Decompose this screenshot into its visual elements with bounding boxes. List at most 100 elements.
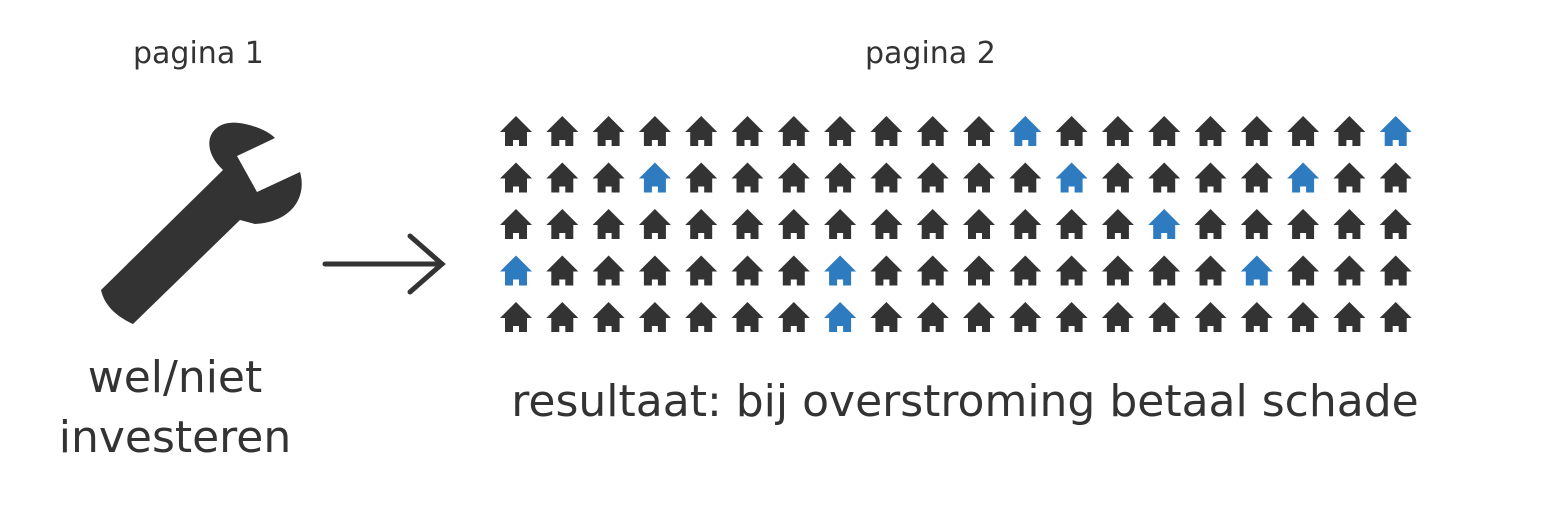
house-icon xyxy=(824,162,857,193)
wrench-icon xyxy=(101,122,302,324)
house-icon xyxy=(731,116,764,146)
house-icon xyxy=(1240,162,1273,193)
house-icon xyxy=(1194,209,1227,239)
house-icon xyxy=(870,162,903,193)
house-icon xyxy=(1009,302,1042,332)
house-icon-highlighted xyxy=(824,302,857,332)
house-icon xyxy=(1148,302,1181,332)
house-icon xyxy=(1148,255,1181,286)
house-icon xyxy=(1240,209,1273,239)
house-icon xyxy=(1333,162,1366,193)
house-icon xyxy=(546,209,579,239)
house-icon-grid xyxy=(500,116,1412,332)
house-icon xyxy=(592,116,625,146)
house-icon xyxy=(731,302,764,332)
house-icon xyxy=(916,255,949,286)
house-icon xyxy=(916,162,949,193)
house-icon xyxy=(1287,209,1320,239)
house-icon xyxy=(1333,209,1366,239)
page-1-label: pagina 1 xyxy=(133,36,264,71)
house-icon xyxy=(1240,302,1273,332)
house-icon-highlighted xyxy=(500,255,532,286)
house-icon xyxy=(1379,255,1412,286)
house-icon-highlighted xyxy=(1055,162,1088,193)
house-icon xyxy=(1379,302,1412,332)
house-icon xyxy=(685,255,718,286)
house-icon xyxy=(1009,255,1042,286)
house-icon xyxy=(1287,255,1320,286)
house-icon xyxy=(1055,255,1088,286)
house-icon xyxy=(1101,302,1134,332)
house-icon xyxy=(1055,116,1088,146)
house-icon xyxy=(1101,162,1134,193)
house-icon xyxy=(824,209,857,239)
house-icon xyxy=(1287,302,1320,332)
house-icon xyxy=(546,255,579,286)
house-icon xyxy=(1101,209,1134,239)
house-icon xyxy=(731,255,764,286)
house-icon xyxy=(592,209,625,239)
page-2-label: pagina 2 xyxy=(865,36,996,71)
house-icon xyxy=(1287,116,1320,146)
house-icon xyxy=(963,302,995,332)
house-icon-highlighted xyxy=(1379,116,1412,146)
house-icon xyxy=(500,116,532,146)
house-icon xyxy=(1055,209,1088,239)
house-icon xyxy=(777,302,810,332)
house-icon xyxy=(963,162,995,193)
house-icon xyxy=(638,302,671,332)
house-icon xyxy=(1055,302,1088,332)
house-icon xyxy=(731,209,764,239)
house-icon xyxy=(777,116,810,146)
house-icon xyxy=(1379,162,1412,193)
page-1-caption-line-2: investeren xyxy=(58,412,292,463)
house-icon xyxy=(685,116,718,146)
page-1-caption-line-1: wel/niet xyxy=(87,352,263,403)
house-icon xyxy=(870,209,903,239)
house-icon xyxy=(1009,162,1042,193)
house-icon xyxy=(1148,162,1181,193)
house-icon xyxy=(963,255,995,286)
house-icon xyxy=(1194,255,1227,286)
house-icon xyxy=(500,209,532,239)
house-icon-highlighted xyxy=(638,162,671,193)
house-icon xyxy=(592,302,625,332)
house-icon xyxy=(1379,209,1412,239)
house-icon xyxy=(1194,302,1227,332)
house-icon xyxy=(638,255,671,286)
house-icon xyxy=(963,116,995,146)
house-icon xyxy=(1009,209,1042,239)
house-icon xyxy=(777,209,810,239)
house-icon xyxy=(592,255,625,286)
arrow-right-icon xyxy=(322,233,446,295)
house-icon xyxy=(1333,116,1366,146)
house-icon xyxy=(1194,162,1227,193)
house-icon xyxy=(1101,255,1134,286)
house-icon xyxy=(685,302,718,332)
house-icon xyxy=(916,116,949,146)
house-icon xyxy=(1194,116,1227,146)
house-icon xyxy=(500,162,532,193)
house-icon xyxy=(1333,255,1366,286)
house-icon xyxy=(963,209,995,239)
house-icon xyxy=(777,255,810,286)
house-icon xyxy=(824,116,857,146)
house-icon xyxy=(916,209,949,239)
page-2-caption: resultaat: bij overstroming betaal schad… xyxy=(511,376,1419,427)
house-icon xyxy=(1148,116,1181,146)
house-icon xyxy=(546,302,579,332)
house-icon-highlighted xyxy=(1009,116,1042,146)
house-icon-highlighted xyxy=(1240,255,1273,286)
house-icon xyxy=(777,162,810,193)
house-icon xyxy=(500,302,532,332)
house-icon xyxy=(638,209,671,239)
house-icon xyxy=(638,116,671,146)
page-1-caption: wel/niet investeren xyxy=(40,348,310,468)
house-icon xyxy=(685,162,718,193)
house-icon xyxy=(870,255,903,286)
house-icon xyxy=(1240,116,1273,146)
house-icon xyxy=(870,116,903,146)
house-icon-highlighted xyxy=(1287,162,1320,193)
house-icon-highlighted xyxy=(1148,209,1181,239)
house-icon xyxy=(1333,302,1366,332)
